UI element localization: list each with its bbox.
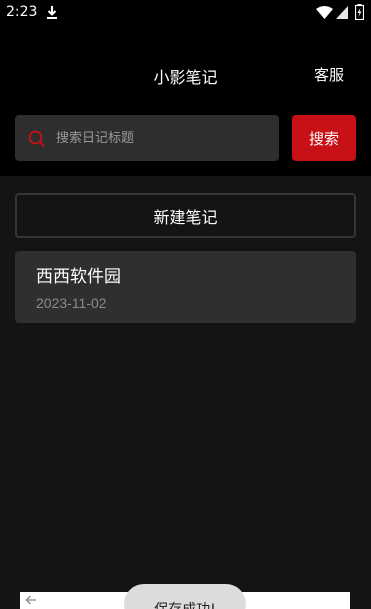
battery-icon bbox=[355, 4, 364, 20]
status-bar: 2:23 bbox=[0, 0, 371, 26]
toast-message: 保存成功! bbox=[124, 584, 246, 609]
search-icon bbox=[28, 130, 46, 148]
app-header: 小影笔记 客服 搜索 bbox=[0, 26, 371, 176]
search-input[interactable] bbox=[56, 115, 271, 161]
status-time: 2:23 bbox=[6, 4, 38, 20]
note-list-area: 新建笔记 西西软件园 2023-11-02 bbox=[0, 176, 371, 609]
download-icon bbox=[47, 6, 57, 19]
note-date: 2023-11-02 bbox=[36, 295, 107, 311]
new-note-button[interactable]: 新建笔记 bbox=[15, 193, 356, 238]
wifi-icon bbox=[316, 6, 333, 19]
note-title: 西西软件园 bbox=[36, 267, 121, 287]
customer-service-button[interactable]: 客服 bbox=[314, 64, 344, 85]
signal-icon bbox=[336, 6, 348, 19]
search-button[interactable]: 搜索 bbox=[292, 115, 356, 161]
note-list-item[interactable]: 西西软件园 2023-11-02 bbox=[15, 251, 356, 323]
back-arrow-icon[interactable] bbox=[25, 594, 37, 606]
search-box[interactable] bbox=[15, 115, 279, 161]
toast-text: 保存成功! bbox=[124, 599, 246, 609]
